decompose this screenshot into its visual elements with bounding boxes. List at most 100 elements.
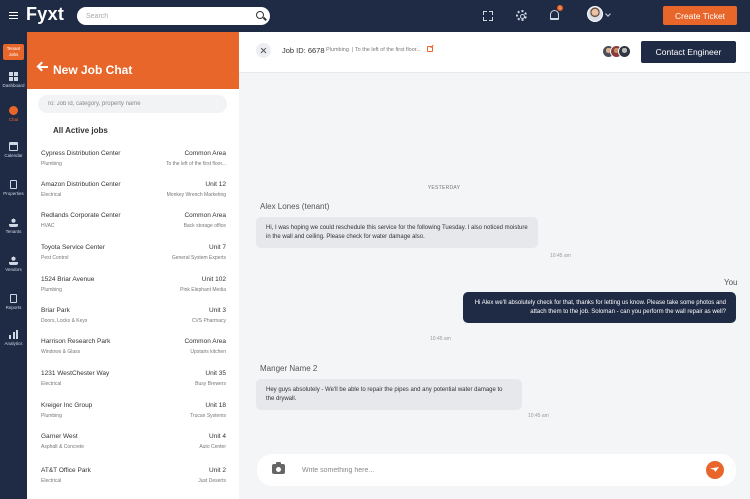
message-sender: Manger Name 2: [260, 364, 318, 373]
job-location: Pink Elephant Media: [180, 287, 226, 293]
nav-label: Chat: [8, 117, 19, 122]
job-list-item[interactable]: Redlands Corporate Center HVAC Common Ar…: [41, 212, 226, 238]
message-time: 10:45 am: [550, 253, 571, 259]
job-unit: Unit 12: [205, 181, 226, 188]
camera-icon[interactable]: [272, 462, 285, 474]
job-category: Windows & Glass: [41, 349, 81, 355]
job-unit: Common Area: [184, 150, 226, 157]
search-icon[interactable]: [256, 11, 264, 19]
nav-item-dashboard[interactable]: Dashboard: [0, 72, 27, 88]
job-property-name: Briar Park: [41, 307, 70, 314]
job-list-item[interactable]: Garner West Asphalt & Concrete Unit 4 Au…: [41, 433, 226, 459]
job-list-item[interactable]: Amazon Distribution Center Electrical Un…: [41, 181, 226, 207]
job-unit: Unit 3: [209, 307, 226, 314]
job-location: General System Experts: [171, 255, 226, 261]
nav-item-tenants[interactable]: Tenants: [0, 218, 27, 234]
fullscreen-icon[interactable]: [483, 11, 493, 21]
job-search-input[interactable]: [38, 95, 227, 113]
user-avatar[interactable]: [587, 6, 603, 22]
job-unit: Unit 102: [201, 276, 226, 283]
notification-badge: 1: [557, 5, 563, 11]
message-sender: You: [724, 278, 738, 287]
job-list-item[interactable]: 1524 Briar Avenue Plumbing Unit 102 Pink…: [41, 276, 226, 302]
nav-label: Analytics: [4, 341, 23, 346]
job-unit: Unit 4: [209, 433, 226, 440]
chat-header: Job ID: 6678 Plumbing | To the left of t…: [239, 32, 750, 73]
gear-icon[interactable]: [516, 10, 527, 21]
job-unit: Unit 18: [205, 402, 226, 409]
calendar-icon: [9, 142, 18, 151]
job-list-item[interactable]: Toyota Service Center Pest Control Unit …: [41, 244, 226, 270]
job-list-item[interactable]: AT&T Office Park Electrical Unit 2 Just …: [41, 467, 226, 493]
date-separator: YESTERDAY: [427, 185, 461, 191]
contact-engineer-button[interactable]: Contact Engineer: [641, 41, 736, 63]
job-category: HVAC: [41, 223, 55, 229]
send-button[interactable]: [706, 461, 724, 479]
nav-item-vendors[interactable]: Vendors: [0, 256, 27, 272]
job-property-name: Garner West: [41, 433, 78, 440]
nav-item-properties[interactable]: Properties: [0, 180, 27, 196]
job-list-item[interactable]: Cypress Distribution Center Plumbing Com…: [41, 150, 226, 176]
job-property-name: Redlands Corporate Center: [41, 212, 121, 219]
nav-item-reports[interactable]: Reports: [0, 294, 27, 310]
nav-label: Tenants: [5, 229, 22, 234]
app-logo[interactable]: Fyxt: [26, 4, 64, 25]
job-property-name: Kreiger Inc Group: [41, 402, 93, 409]
job-list-panel: New Job Chat All Active jobs Cypress Dis…: [27, 32, 239, 499]
message-composer: [257, 454, 736, 486]
external-link-icon[interactable]: [427, 46, 433, 52]
job-list-item[interactable]: 1231 WestChester Way Electrical Unit 35 …: [41, 370, 226, 396]
job-property-name: Toyota Service Center: [41, 244, 105, 251]
job-list-item[interactable]: Kreiger Inc Group Plumbing Unit 18 Truca…: [41, 402, 226, 428]
reports-icon: [10, 294, 17, 303]
job-category: Doors, Locks & Keys: [41, 318, 88, 324]
job-location: Back storage office: [183, 223, 226, 229]
search-input[interactable]: [77, 7, 270, 25]
properties-icon: [10, 180, 17, 189]
job-category: Asphalt & Concrete: [41, 444, 85, 450]
message-sender: Alex Lones (tenant): [260, 202, 330, 211]
avatar: [618, 45, 631, 58]
menu-icon[interactable]: [9, 12, 18, 19]
job-unit: Unit 7: [209, 244, 226, 251]
tenant-jobs-button[interactable]: Tenant Jobs: [3, 44, 24, 60]
job-property-name: Amazon Distribution Center: [41, 181, 121, 188]
back-arrow-icon[interactable]: [39, 66, 48, 68]
job-property-name: 1231 WestChester Way: [41, 370, 110, 377]
nav-item-calendar[interactable]: Calendar: [0, 142, 27, 158]
job-location: Busy Brewers: [195, 381, 226, 387]
job-location: Trucan Systems: [190, 413, 226, 419]
top-bar: Fyxt 1 Create Ticket: [0, 0, 750, 32]
job-location: Just Deserts: [198, 478, 226, 484]
create-ticket-button[interactable]: Create Ticket: [663, 6, 737, 25]
job-category: Pest Control: [41, 255, 69, 261]
job-category: Electrical: [41, 478, 62, 484]
chevron-down-icon[interactable]: [605, 11, 611, 17]
job-property-name: 1524 Briar Avenue: [41, 276, 95, 283]
job-category: Plumbing: [41, 161, 62, 167]
analytics-icon: [9, 330, 18, 339]
chat-area: Job ID: 6678 Plumbing | To the left of t…: [239, 32, 750, 499]
vendors-icon: [9, 256, 18, 265]
bell-icon[interactable]: [550, 10, 559, 20]
chat-icon: [9, 106, 18, 115]
nav-label: Calendar: [4, 153, 23, 158]
close-chat-button[interactable]: [256, 43, 271, 58]
message-bubble: Hi, I was hoping we could reschedule thi…: [256, 217, 538, 248]
message-time: 10:45 am: [430, 336, 451, 342]
nav-item-analytics[interactable]: Analytics: [0, 330, 27, 346]
job-category: Electrical: [41, 381, 62, 387]
job-category: Plumbing: [326, 47, 349, 53]
left-nav: Tenant Jobs Dashboard Chat Calendar Prop…: [0, 32, 27, 499]
job-location: CVS Pharmacy: [191, 318, 226, 324]
nav-item-chat[interactable]: Chat: [0, 106, 27, 122]
job-list-item[interactable]: Briar Park Doors, Locks & Keys Unit 3 CV…: [41, 307, 226, 333]
job-id: Job ID: 6678: [282, 46, 325, 55]
job-property-name: AT&T Office Park: [41, 467, 91, 474]
job-unit: Unit 35: [205, 370, 226, 377]
job-list-item[interactable]: Harrison Research Park Windows & Glass C…: [41, 338, 226, 364]
message-time: 10:45 am: [528, 413, 549, 419]
participant-avatars[interactable]: [602, 45, 634, 61]
message-input[interactable]: [302, 462, 682, 478]
job-unit: Common Area: [184, 338, 226, 345]
